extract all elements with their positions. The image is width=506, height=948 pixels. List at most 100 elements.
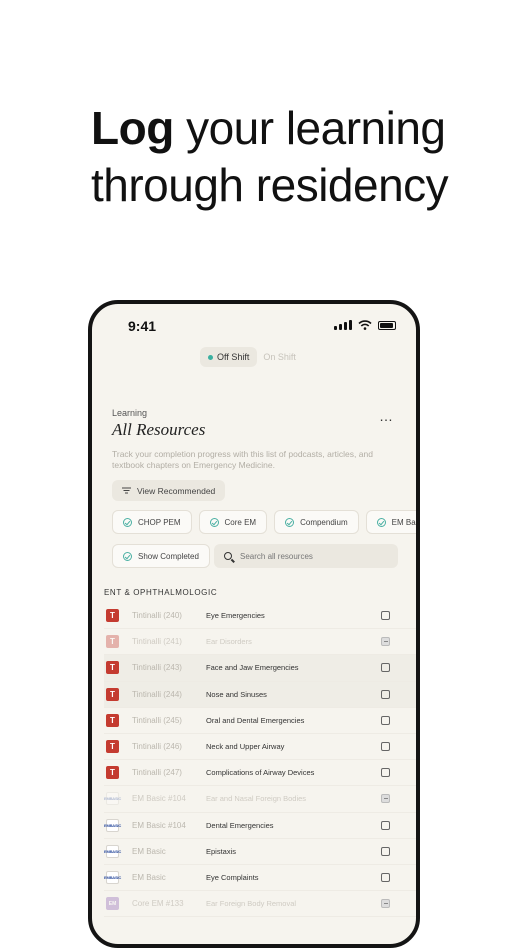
search-input[interactable]: [240, 551, 380, 561]
completion-checkbox[interactable]: [381, 689, 390, 699]
resource-row[interactable]: T Tintinalli (244) Nose and Sinuses: [104, 681, 416, 708]
resource-row[interactable]: T Tintinalli (247) Complications of Airway…: [104, 760, 416, 787]
resource-source: Tintinalli (245): [132, 715, 182, 725]
check-circle-icon: [285, 517, 295, 527]
resource-source: Core EM #133: [132, 899, 184, 909]
completion-checkbox[interactable]: [381, 637, 390, 647]
resource-row[interactable]: EMBASIC EM Basic #104 Dental Emergencies: [104, 813, 416, 839]
search-icon: [224, 552, 232, 560]
resource-row[interactable]: EM Core EM #133 Ear Foreign Body Removal: [104, 891, 416, 918]
source-badge-icon: EM: [106, 897, 119, 911]
source-badge-icon: T: [106, 740, 119, 754]
resource-row[interactable]: EMBASIC EM Basic Epistaxis: [104, 839, 416, 865]
resource-source: EM Basic #104: [132, 820, 186, 830]
resource-source: Tintinalli (246): [132, 742, 182, 752]
resource-row[interactable]: T Tintinalli (241) Ear Disorders: [104, 629, 416, 656]
view-recommended-label: View Recommended: [137, 485, 216, 496]
filter-chip-compendium[interactable]: Compendium: [274, 510, 359, 534]
filter-chip-label: CHOP PEM: [138, 517, 181, 527]
wifi-icon: [358, 320, 372, 330]
resource-source: EM Basic #104: [132, 794, 186, 804]
completion-checkbox[interactable]: [381, 611, 390, 621]
completion-checkbox[interactable]: [381, 715, 390, 725]
battery-icon: [378, 320, 396, 330]
view-recommended-button[interactable]: View Recommended: [112, 480, 226, 501]
filter-lines-icon: [122, 487, 131, 494]
completion-checkbox[interactable]: [381, 742, 390, 752]
resource-title: Complications of Airway Devices: [206, 768, 315, 778]
resource-title: Nose and Sinuses: [206, 689, 267, 699]
filter-chip-em-basic[interactable]: EM Basic: [365, 510, 420, 534]
completion-checkbox[interactable]: [381, 872, 390, 882]
filter-chips: CHOP PEM Core EM Compendium EM Basic: [112, 510, 420, 534]
check-circle-icon: [209, 517, 219, 527]
filter-chip-label: Compendium: [300, 517, 348, 527]
source-badge-icon: T: [106, 609, 119, 623]
source-badge-icon: EMBASIC: [104, 870, 121, 884]
shift-toggle-inactive[interactable]: On Shift: [257, 347, 302, 367]
check-circle-icon: [376, 517, 386, 527]
resource-row[interactable]: T Tintinalli (246) Neck and Upper Airway: [104, 734, 416, 761]
more-options-icon[interactable]: …: [379, 408, 394, 424]
resource-row[interactable]: T Tintinalli (245) Oral and Dental Emergen…: [104, 708, 416, 734]
status-bar: 9:41: [92, 304, 416, 350]
filter-chip-chop-pem[interactable]: CHOP PEM: [112, 510, 192, 534]
resource-title: Ear Foreign Body Removal: [206, 899, 297, 909]
resource-row[interactable]: EMBASIC EM Basic #104 Ear and Nasal Foreig…: [104, 786, 416, 813]
completion-checkbox[interactable]: [381, 846, 390, 856]
source-badge-icon: T: [106, 713, 119, 727]
completion-checkbox[interactable]: [381, 899, 390, 909]
resource-source: Tintinalli (243): [132, 663, 182, 673]
resource-title: Eye Emergencies: [206, 611, 265, 621]
source-badge-icon: EMBASIC: [104, 844, 121, 858]
resource-source: EM Basic: [132, 846, 166, 856]
check-circle-icon: [123, 517, 132, 527]
resource-title: Oral and Dental Emergencies: [206, 715, 305, 725]
source-badge-icon: T: [106, 766, 119, 780]
search-bar[interactable]: [214, 544, 398, 568]
resource-source: Tintinalli (247): [132, 768, 182, 778]
headline: Log your learning through residency: [91, 100, 491, 214]
resource-title: Neck and Upper Airway: [206, 742, 285, 752]
check-circle-icon: [123, 551, 132, 561]
page-description: Track your completion progress with this…: [112, 449, 373, 470]
completion-checkbox[interactable]: [381, 768, 390, 778]
completion-checkbox[interactable]: [381, 663, 390, 673]
resource-title: Face and Jaw Emergencies: [206, 663, 299, 673]
headline-bold: Log: [91, 102, 174, 154]
shift-toggle[interactable]: Off Shift On Shift: [200, 347, 302, 367]
resource-title: Eye Complaints: [206, 872, 259, 882]
resource-source: Tintinalli (244): [132, 689, 182, 699]
completion-checkbox[interactable]: [381, 820, 390, 830]
filter-chip-label: EM Basic: [391, 517, 420, 527]
resource-source: Tintinalli (240): [132, 611, 182, 621]
resource-source: EM Basic: [132, 872, 166, 882]
active-dot-icon: [208, 354, 213, 360]
status-icons: [334, 320, 396, 330]
resource-row[interactable]: T Tintinalli (243) Face and Jaw Emergencie…: [104, 655, 416, 682]
resource-row[interactable]: EMBASIC EM Basic Eye Complaints: [104, 865, 416, 892]
status-time: 9:41: [128, 318, 157, 334]
filter-chip-label: Core EM: [224, 517, 257, 527]
resource-title: Epistaxis: [206, 846, 237, 856]
resource-title: Dental Emergencies: [206, 820, 274, 830]
completion-checkbox[interactable]: [381, 794, 390, 804]
shift-active-label: Off Shift: [217, 352, 250, 362]
show-completed-button[interactable]: Show Completed: [112, 544, 210, 568]
source-badge-icon: T: [106, 687, 119, 701]
source-badge-icon: EMBASIC: [104, 792, 121, 806]
resource-row[interactable]: T Tintinalli (240) Eye Emergencies: [104, 603, 416, 630]
resource-title: Ear Disorders: [206, 637, 252, 647]
resource-source: Tintinalli (241): [132, 637, 182, 647]
source-badge-icon: EMBASIC: [104, 818, 121, 832]
source-badge-icon: T: [106, 661, 119, 675]
show-completed-label: Show Completed: [138, 551, 199, 561]
source-badge-icon: T: [106, 635, 119, 649]
resource-title: Ear and Nasal Foreign Bodies: [206, 794, 307, 804]
filter-chip-core-em[interactable]: Core EM: [198, 510, 268, 534]
resource-list: T Tintinalli (240) Eye Emergencies T Tintin…: [104, 603, 416, 918]
shift-toggle-active[interactable]: Off Shift: [200, 347, 258, 367]
group-header: ENT & OPHTHALMOLOGIC: [104, 588, 218, 597]
page-title: All Resources: [112, 420, 206, 439]
signal-icon: [334, 320, 352, 330]
